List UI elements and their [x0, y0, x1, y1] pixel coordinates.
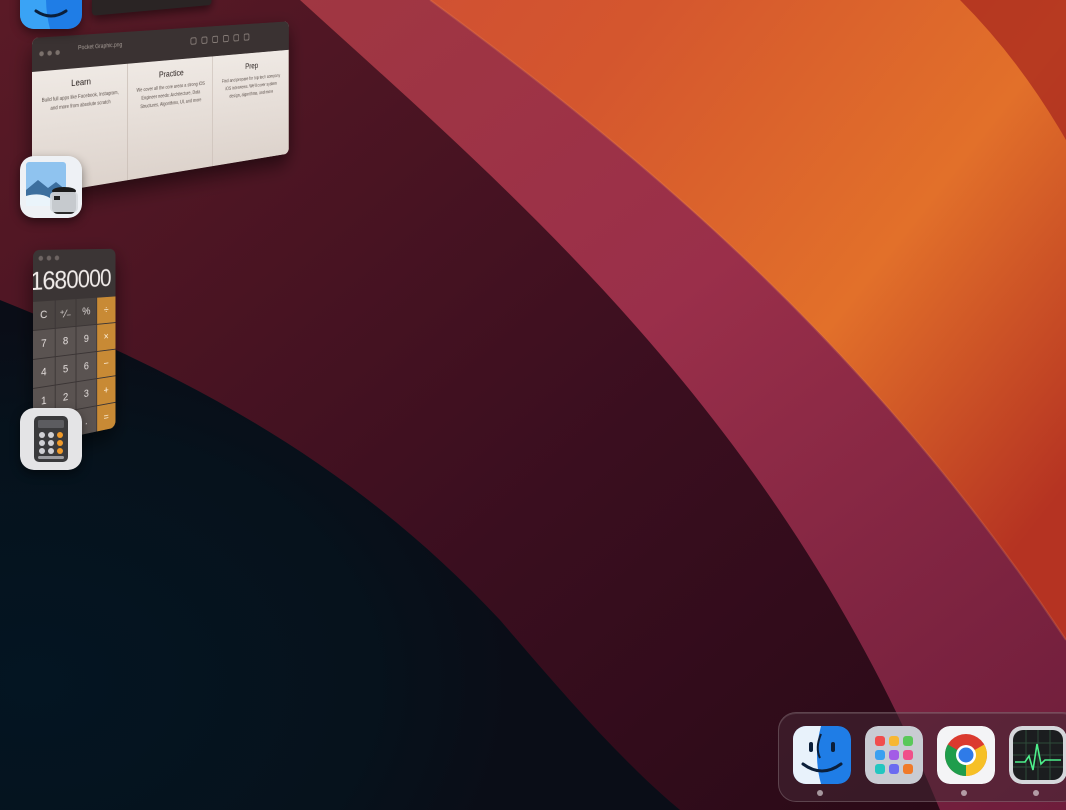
calculator-key: %: [76, 297, 96, 326]
calculator-key: 4: [33, 357, 55, 388]
activity-monitor-icon: [1009, 726, 1066, 784]
window-thumbnail-finder[interactable]: [91, 0, 212, 16]
calculator-key: ×: [96, 323, 116, 352]
calculator-key: ⁺∕₋: [55, 299, 76, 328]
toolbar-icons: [190, 33, 250, 45]
column-heading: Prep: [245, 61, 259, 71]
calculator-key: ÷: [96, 296, 116, 324]
dock: [778, 712, 1066, 802]
calculator-key: 6: [76, 352, 96, 382]
preview-icon[interactable]: [20, 156, 82, 218]
calculator-key: 3: [76, 379, 96, 410]
dock-item-activity-monitor[interactable]: [1009, 726, 1066, 784]
running-indicator-chrome: [961, 790, 967, 796]
calculator-key: C: [33, 300, 55, 330]
content-column: Prep Find and prepare for top tech compa…: [213, 49, 289, 167]
stage-manager-strip: Pocket Graphic.png Learn Build full apps…: [0, 0, 400, 520]
traffic-light-buttons: [39, 49, 60, 57]
calculator-key: 5: [55, 354, 76, 385]
calculator-key: −: [96, 349, 116, 379]
calculator-key: 9: [76, 324, 96, 354]
finder-icon[interactable]: [20, 0, 82, 29]
finder-icon: [793, 726, 851, 784]
content-column: Practice We cover all the core areas a s…: [128, 56, 214, 181]
chrome-icon: [937, 726, 995, 784]
calculator-key: 7: [33, 328, 55, 359]
dock-item-finder[interactable]: [793, 726, 851, 784]
calculator-display: 1680000: [33, 263, 111, 297]
dock-item-launchpad[interactable]: [865, 726, 923, 784]
running-indicator-activity-monitor: [1033, 790, 1039, 796]
document-title: Pocket Graphic.png: [78, 42, 123, 52]
column-heading: Practice: [158, 67, 184, 80]
dock-item-chrome[interactable]: [937, 726, 995, 784]
calculator-key: 8: [55, 326, 76, 357]
traffic-light-buttons: [38, 255, 60, 261]
calculator-key: =: [96, 402, 116, 433]
launchpad-icon: [865, 726, 923, 784]
running-indicator-finder: [817, 790, 823, 796]
calculator-icon[interactable]: [20, 408, 82, 470]
calculator-key: +: [96, 376, 116, 406]
